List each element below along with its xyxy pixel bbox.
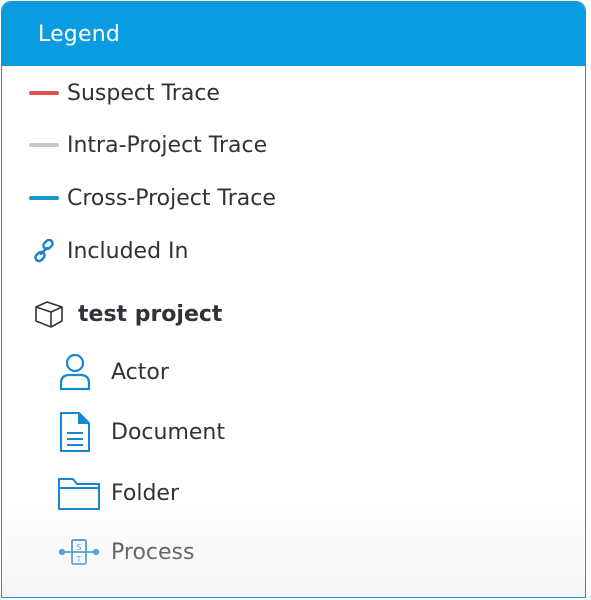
legend-item-process: S T Process [57,534,194,570]
legend-item-folder: Folder [57,473,179,513]
actor-label: Actor [111,359,169,385]
legend-item-document: Document [57,411,225,453]
document-icon [57,411,93,453]
legend-item-project: test project [32,296,222,332]
included-in-label: Included In [67,238,189,264]
legend-item-intra-project-trace: Intra-Project Trace [29,131,267,159]
folder-icon [57,475,101,511]
intra-project-trace-line-icon [29,143,59,147]
document-label: Document [111,419,225,445]
process-label: Process [111,539,195,565]
link-icon [29,239,59,263]
legend-title: Legend [38,21,121,47]
cube-icon [32,298,66,330]
svg-text:S: S [76,543,81,552]
legend-item-actor: Actor [57,351,169,393]
process-icon: S T [57,537,101,567]
legend-header: Legend [2,2,585,66]
cross-project-trace-label: Cross-Project Trace [67,185,276,211]
legend-item-suspect-trace: Suspect Trace [29,79,220,107]
legend-item-included-in: Included In [29,236,188,266]
legend-panel: Legend Suspect Trace Intra-Project Trace… [1,1,586,598]
suspect-trace-line-icon [29,91,59,95]
legend-item-cross-project-trace: Cross-Project Trace [29,184,276,212]
suspect-trace-label: Suspect Trace [67,80,220,106]
actor-icon [57,353,93,391]
cross-project-trace-line-icon [29,196,59,200]
svg-text:T: T [76,555,82,564]
project-label: test project [78,301,223,327]
folder-label: Folder [111,480,179,506]
intra-project-trace-label: Intra-Project Trace [67,132,268,158]
